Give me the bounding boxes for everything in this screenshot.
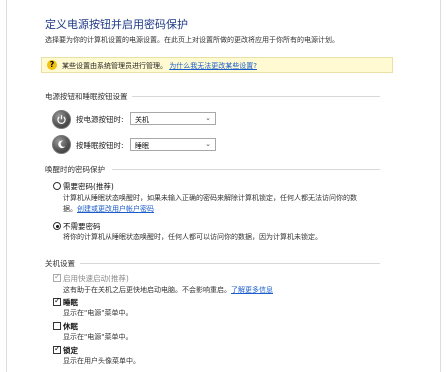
power-buttons-heading: 电源按钮和睡眠按钮设置 xyxy=(45,92,128,101)
section-divider xyxy=(80,263,380,264)
fast-startup-desc: 这有助于在关机之后更快地启动电脑。不会影响重启。了解更多信息 xyxy=(63,285,273,295)
fast-startup-label: 启用快速启动(推荐) xyxy=(63,274,129,283)
check-icon: ✓ xyxy=(54,344,61,353)
no-password-label[interactable]: 不需要密码 xyxy=(63,221,101,232)
sleep-option-label[interactable]: 睡眠 xyxy=(63,297,78,308)
sleep-button-value: 睡眠 xyxy=(135,142,149,150)
chevron-down-icon: ⌄ xyxy=(205,140,211,148)
why-cant-change-link[interactable]: 为什么我无法更改某些设置? xyxy=(169,62,257,70)
require-password-desc-tail: 据。 xyxy=(63,205,77,213)
power-button-icon xyxy=(52,110,71,129)
sleep-button-label: 按睡眠按钮时: xyxy=(76,141,124,150)
lock-checkbox[interactable]: ✓ xyxy=(53,344,61,354)
sleep-checkbox[interactable]: ✓ xyxy=(53,296,61,306)
sleep-button-icon xyxy=(52,135,71,154)
lock-option-label[interactable]: 锁定 xyxy=(63,345,78,356)
power-button-value: 关机 xyxy=(135,116,149,124)
require-password-desc: 计算机从睡眠状态唤醒时，如果未输入正确的密码来解除计算机锁定，任何人都无法访问你… xyxy=(63,194,357,202)
info-icon: ? xyxy=(47,60,57,70)
fast-startup-checkbox[interactable]: ✓ xyxy=(53,272,61,282)
power-button-select[interactable]: 关机 ⌄ xyxy=(130,112,216,125)
section-divider xyxy=(112,169,380,170)
page-subtitle: 选择要为你的计算机设置的电源设置。在此页上对设置所做的更改将应用于你所有的电源计… xyxy=(45,36,339,44)
require-password-radio[interactable] xyxy=(53,182,61,190)
shutdown-heading: 关机设置 xyxy=(45,259,75,268)
fast-startup-desc-text: 这有助于在关机之后更快地启动电脑。不会影响重启。 xyxy=(63,286,231,294)
check-icon: ✓ xyxy=(54,272,61,281)
no-password-desc: 将你的计算机从睡眠状态唤醒时，任何人都可以访问你的数据，因为计算机未锁定。 xyxy=(63,233,322,241)
require-password-desc-2: 据。创建或更改用户帐户密码 xyxy=(63,204,154,214)
learn-more-link[interactable]: 了解更多信息 xyxy=(231,286,273,294)
power-button-label: 按电源按钮时: xyxy=(76,115,124,124)
sleep-button-select[interactable]: 睡眠 ⌄ xyxy=(130,138,216,151)
admin-info-bar: ? 某些设置由系统管理员进行管理。 为什么我无法更改某些设置? xyxy=(41,57,393,73)
hibernate-option-desc: 显示在"电源"菜单中。 xyxy=(63,333,133,341)
chevron-down-icon: ⌄ xyxy=(205,114,211,122)
require-password-label[interactable]: 需要密码(推荐) xyxy=(63,181,114,192)
sleep-option-desc: 显示在"电源"菜单中。 xyxy=(63,309,133,317)
change-account-password-link[interactable]: 创建或更改用户帐户密码 xyxy=(77,205,154,213)
info-text: 某些设置由系统管理员进行管理。 为什么我无法更改某些设置? xyxy=(62,61,257,71)
hibernate-checkbox[interactable] xyxy=(53,322,61,330)
section-divider xyxy=(132,96,380,97)
page-title: 定义电源按钮并启用密码保护 xyxy=(45,18,188,31)
lock-option-desc: 显示在用户头像菜单中。 xyxy=(63,357,140,365)
hibernate-option-label[interactable]: 休眠 xyxy=(63,321,78,332)
no-password-radio[interactable] xyxy=(53,222,61,230)
info-message: 某些设置由系统管理员进行管理。 xyxy=(62,62,167,70)
check-icon: ✓ xyxy=(54,296,61,305)
wake-password-heading: 唤醒时的密码保护 xyxy=(45,165,105,174)
